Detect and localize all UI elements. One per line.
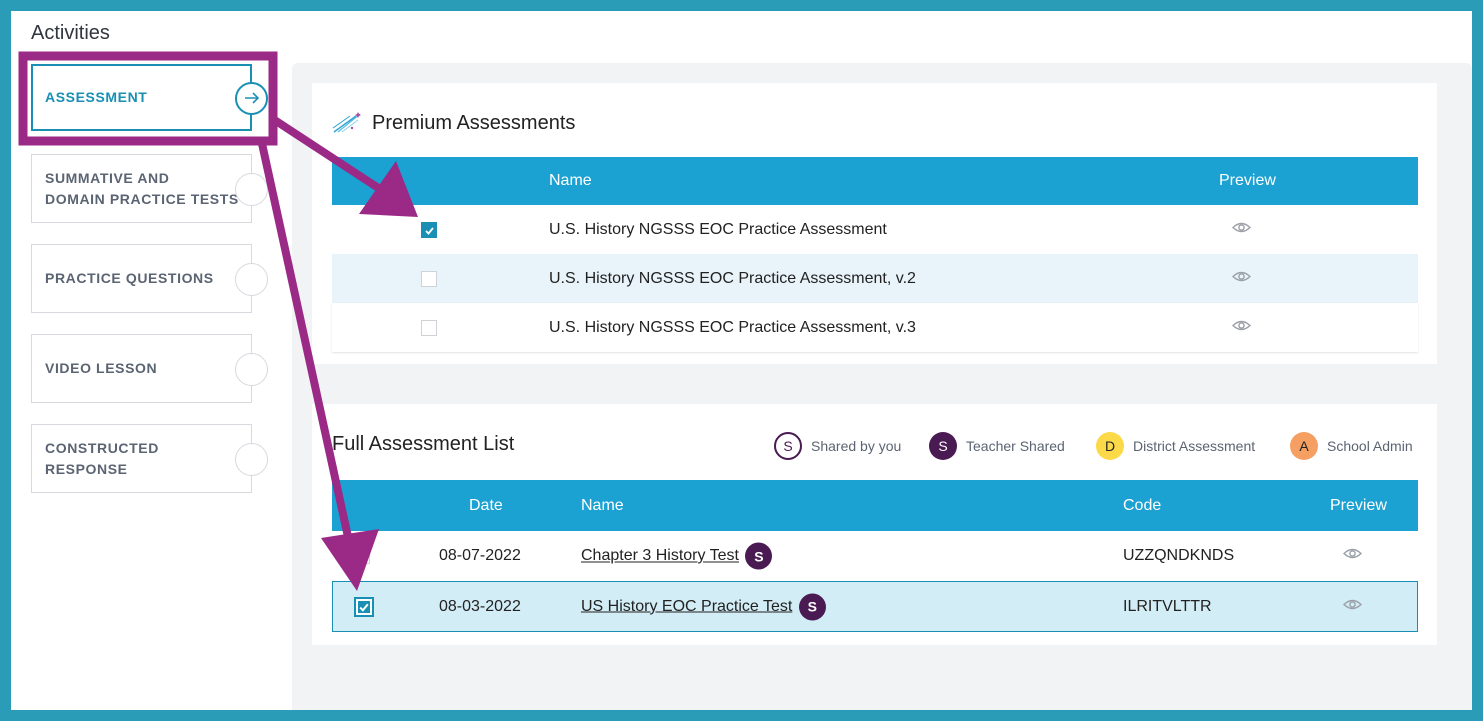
teacher-shared-badge: S xyxy=(798,593,826,620)
teacher-shared-badge: S xyxy=(929,432,957,460)
table-row[interactable]: U.S. History NGSSS EOC Practice Assessme… xyxy=(332,205,1418,254)
row-checkbox[interactable] xyxy=(421,319,437,336)
assessment-name: U.S. History NGSSS EOC Practice Assessme… xyxy=(549,318,916,336)
row-checkbox[interactable] xyxy=(421,270,437,287)
activity-label: CONSTRUCTED RESPONSE xyxy=(45,438,159,480)
assessment-code: ILRITVLTTR xyxy=(1123,597,1212,615)
assessment-name: U.S. History NGSSS EOC Practice Assessme… xyxy=(549,220,887,238)
legend-district-assessment: D District Assessment xyxy=(1096,432,1255,460)
column-header-name[interactable]: Name xyxy=(581,497,624,515)
activity-label-line: DOMAIN PRACTICE TESTS xyxy=(45,190,239,207)
activity-label-line: RESPONSE xyxy=(45,460,128,477)
assessment-name-cell: Chapter 3 History Test S xyxy=(581,542,773,570)
activity-summative-domain-practice-tests[interactable]: SUMMATIVE AND DOMAIN PRACTICE TESTS xyxy=(31,154,268,223)
activity-constructed-response[interactable]: CONSTRUCTED RESPONSE xyxy=(31,424,268,493)
shooting-star-icon xyxy=(332,110,364,139)
premium-assessments-card: Premium Assessments Name Preview U.S. Hi… xyxy=(312,83,1437,364)
full-assessment-list-title: Full Assessment List xyxy=(332,433,515,455)
school-admin-badge: A xyxy=(1290,432,1318,460)
legend-teacher-shared: S Teacher Shared xyxy=(929,432,1065,460)
column-header-code[interactable]: Code xyxy=(1123,497,1161,515)
activity-practice-questions[interactable]: PRACTICE QUESTIONS xyxy=(31,244,268,313)
premium-assessments-title: Premium Assessments xyxy=(372,112,576,134)
teacher-shared-badge: S xyxy=(745,542,773,570)
column-header-name[interactable]: Name xyxy=(549,172,592,190)
full-list-table-header: Date Name Code Preview xyxy=(332,480,1418,531)
row-checkbox[interactable] xyxy=(354,596,374,617)
assessment-link[interactable]: Chapter 3 History Test xyxy=(581,547,739,564)
legend-school-admin: A School Admin xyxy=(1290,432,1413,460)
eye-icon[interactable] xyxy=(1231,270,1252,288)
assessment-date: 08-07-2022 xyxy=(439,547,521,564)
full-assessment-list-card: Full Assessment List S Shared by you S T… xyxy=(312,404,1437,645)
table-row-selected[interactable]: 08-03-2022 US History EOC Practice Test … xyxy=(332,581,1418,632)
eye-icon[interactable] xyxy=(1231,221,1252,239)
assessment-code: UZZQNDKNDS xyxy=(1123,547,1235,564)
activity-label-line: CONSTRUCTED xyxy=(45,439,159,456)
table-row[interactable]: 08-07-2022 Chapter 3 History Test S UZZQ… xyxy=(332,531,1418,581)
legend-label: District Assessment xyxy=(1133,438,1256,454)
legend-label: Shared by you xyxy=(811,438,902,454)
column-header-preview: Preview xyxy=(1330,496,1387,514)
activity-label-line: SUMMATIVE AND xyxy=(45,169,170,186)
activity-label: SUMMATIVE AND DOMAIN PRACTICE TESTS xyxy=(45,168,239,210)
column-header-preview: Preview xyxy=(1219,172,1276,189)
shared-by-you-badge: S xyxy=(774,432,802,460)
assessment-name: U.S. History NGSSS EOC Practice Assessme… xyxy=(549,269,916,287)
activity-label: VIDEO LESSON xyxy=(45,360,158,376)
assessment-date: 08-03-2022 xyxy=(439,597,521,615)
activity-label: PRACTICE QUESTIONS xyxy=(45,270,214,286)
radio-circle-icon[interactable] xyxy=(235,442,268,476)
row-checkbox[interactable] xyxy=(421,221,437,238)
activities-heading: Activities xyxy=(31,22,110,44)
column-header-date[interactable]: Date xyxy=(469,497,503,515)
table-row[interactable]: U.S. History NGSSS EOC Practice Assessme… xyxy=(332,303,1418,352)
eye-icon[interactable] xyxy=(1342,598,1363,616)
activity-label: ASSESSMENT xyxy=(45,89,148,105)
app-frame: Activities ASSESSMENT SUMMATIVE AND DOMAI… xyxy=(11,11,1472,710)
activity-assessment[interactable]: ASSESSMENT xyxy=(31,64,268,131)
premium-table-header: Name Preview xyxy=(332,157,1418,205)
activity-video-lesson[interactable]: VIDEO LESSON xyxy=(31,334,268,403)
legend-shared-by-you: S Shared by you xyxy=(774,432,901,460)
table-row[interactable]: U.S. History NGSSS EOC Practice Assessme… xyxy=(332,254,1418,303)
eye-icon[interactable] xyxy=(1342,547,1363,565)
radio-circle-icon[interactable] xyxy=(235,172,268,206)
radio-circle-icon[interactable] xyxy=(235,262,268,296)
radio-circle-icon[interactable] xyxy=(235,352,268,386)
row-checkbox[interactable] xyxy=(354,548,370,564)
legend-label: School Admin xyxy=(1327,438,1413,454)
assessment-name-cell: US History EOC Practice Test S xyxy=(581,593,826,620)
arrow-right-icon[interactable] xyxy=(235,81,268,115)
district-assessment-badge: D xyxy=(1096,432,1124,460)
assessment-link[interactable]: US History EOC Practice Test xyxy=(581,598,792,615)
legend-label: Teacher Shared xyxy=(966,438,1065,454)
eye-icon[interactable] xyxy=(1231,319,1252,337)
